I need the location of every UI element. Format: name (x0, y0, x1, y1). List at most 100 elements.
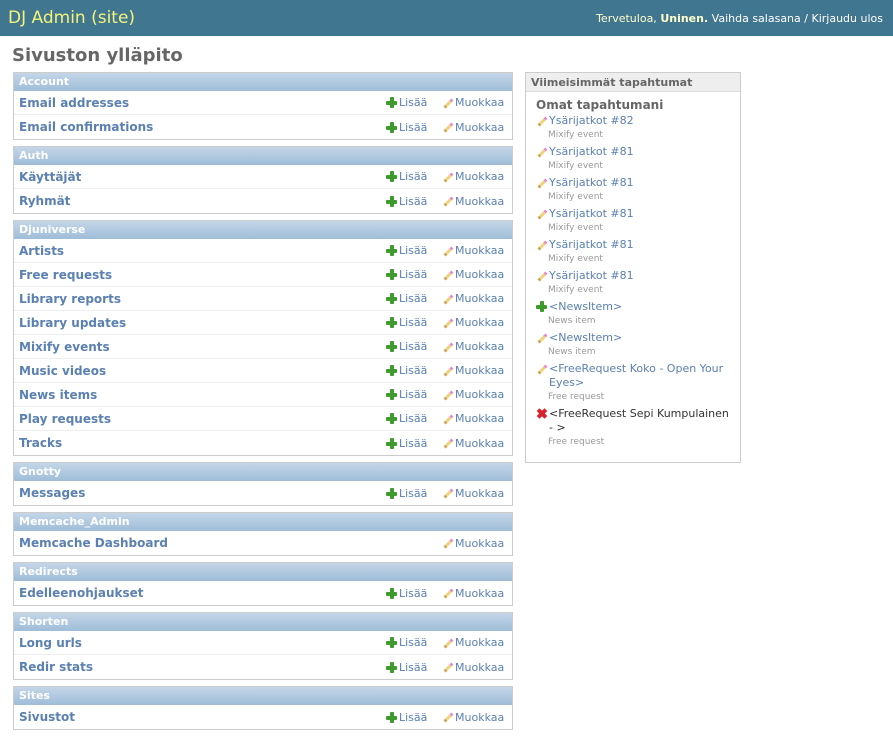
logout-link[interactable]: Kirjaudu ulos (812, 12, 884, 25)
add-link[interactable]: Lisää (386, 170, 442, 183)
change-link[interactable]: Muokkaa (442, 96, 512, 109)
separator: / (804, 11, 808, 25)
add-link[interactable]: Lisää (386, 121, 442, 134)
change-link[interactable]: Muokkaa (442, 268, 512, 281)
change-link[interactable]: Muokkaa (442, 292, 512, 305)
add-label: Lisää (399, 120, 428, 134)
add-link[interactable]: Lisää (386, 711, 442, 724)
welcome-text: Tervetuloa, (596, 11, 657, 25)
add-link[interactable]: Lisää (386, 487, 442, 500)
change-link[interactable]: Muokkaa (442, 121, 512, 134)
model-link[interactable]: Edelleenohjaukset (19, 586, 386, 600)
model-link[interactable]: Library reports (19, 292, 386, 306)
app-caption[interactable]: Gnotty (14, 463, 512, 481)
model-link[interactable]: Library updates (19, 316, 386, 330)
change-link[interactable]: Muokkaa (442, 340, 512, 353)
recent-action-title[interactable]: Ysärijatkot #81 (549, 145, 634, 159)
change-link[interactable]: Muokkaa (442, 487, 512, 500)
model-row: Library reports Lisää Muokkaa (14, 287, 512, 311)
add-link[interactable]: Lisää (386, 636, 442, 649)
model-link[interactable]: Music videos (19, 364, 386, 378)
add-link[interactable]: Lisää (386, 412, 442, 425)
add-slot: Lisää (386, 711, 442, 724)
add-slot: Lisää (386, 587, 442, 600)
plus-icon (386, 587, 397, 599)
recent-action-title[interactable]: <FreeRequest Koko - Open Your Eyes> (549, 362, 732, 390)
add-label: Lisää (399, 636, 428, 649)
change-link[interactable]: Muokkaa (442, 170, 512, 183)
app-caption[interactable]: Account (14, 73, 512, 91)
recent-action-title[interactable]: Ysärijatkot #81 (549, 207, 634, 221)
add-link[interactable]: Lisää (386, 388, 442, 401)
app-module-gnotty: Gnotty Messages Lisää Muokkaa (13, 462, 513, 506)
add-slot: Lisää (386, 244, 442, 257)
change-link[interactable]: Muokkaa (442, 244, 512, 257)
change-link[interactable]: Muokkaa (442, 711, 512, 724)
model-link[interactable]: Long urls (19, 636, 386, 650)
app-caption[interactable]: Sites (14, 687, 512, 705)
add-slot: Lisää (386, 170, 442, 183)
recent-action-title[interactable]: Ysärijatkot #82 (549, 114, 634, 128)
add-link[interactable]: Lisää (386, 661, 442, 674)
model-link[interactable]: Free requests (19, 268, 386, 282)
model-link[interactable]: Mixify events (19, 340, 386, 354)
add-link[interactable]: Lisää (386, 268, 442, 281)
add-link[interactable]: Lisää (386, 437, 442, 450)
app-module-djuniverse: Djuniverse Artists Lisää Muokkaa Free reques… (13, 220, 513, 456)
add-link[interactable]: Lisää (386, 340, 442, 353)
model-link[interactable]: Play requests (19, 412, 386, 426)
change-link[interactable]: Muokkaa (442, 537, 512, 550)
change-link[interactable]: Muokkaa (442, 388, 512, 401)
add-label: Lisää (399, 244, 428, 257)
recent-action-title[interactable]: <NewsItem> (549, 331, 622, 345)
add-link[interactable]: Lisää (386, 587, 442, 600)
recent-action-title[interactable]: Ysärijatkot #81 (549, 176, 634, 190)
add-label: Lisää (399, 96, 428, 109)
change-link[interactable]: Muokkaa (442, 195, 512, 208)
model-link[interactable]: Redir stats (19, 660, 386, 674)
model-link[interactable]: News items (19, 388, 386, 402)
change-link[interactable]: Muokkaa (442, 316, 512, 329)
app-caption[interactable]: Auth (14, 147, 512, 165)
recent-actions-caption: Viimeisimmät tapahtumat (526, 73, 740, 92)
app-caption[interactable]: Redirects (14, 563, 512, 581)
model-row: Free requests Lisää Muokkaa (14, 263, 512, 287)
recent-action-item: Ysärijatkot #81 Mixify event (536, 145, 732, 173)
model-link[interactable]: Tracks (19, 436, 386, 450)
model-link[interactable]: Email confirmations (19, 120, 386, 134)
app-caption[interactable]: Shorten (14, 613, 512, 631)
change-link[interactable]: Muokkaa (442, 437, 512, 450)
change-link[interactable]: Muokkaa (442, 636, 512, 649)
pencil-icon (442, 365, 454, 377)
add-label: Lisää (399, 436, 428, 450)
recent-action-title[interactable]: Ysärijatkot #81 (549, 269, 634, 283)
model-link[interactable]: Artists (19, 244, 386, 258)
recent-action-title[interactable]: <NewsItem> (549, 300, 622, 314)
recent-action-title[interactable]: Ysärijatkot #81 (549, 238, 634, 252)
change-label: Muokkaa (455, 636, 505, 649)
add-link[interactable]: Lisää (386, 316, 442, 329)
plus-icon (386, 317, 397, 328)
add-link[interactable]: Lisää (386, 364, 442, 377)
change-link[interactable]: Muokkaa (442, 364, 512, 377)
app-caption[interactable]: Djuniverse (14, 221, 512, 239)
pencil-icon (442, 293, 454, 305)
change-link[interactable]: Muokkaa (442, 661, 512, 674)
change-password-link[interactable]: Vaihda salasana (712, 12, 801, 25)
change-link[interactable]: Muokkaa (442, 587, 512, 600)
app-caption[interactable]: Memcache_Admin (14, 513, 512, 531)
model-link[interactable]: Ryhmät (19, 194, 386, 208)
model-link[interactable]: Sivustot (19, 710, 386, 724)
model-link[interactable]: Email addresses (19, 96, 386, 110)
model-link[interactable]: Messages (19, 486, 386, 500)
plus-icon (386, 341, 397, 352)
add-link[interactable]: Lisää (386, 292, 442, 305)
site-branding[interactable]: DJ Admin (site) (8, 8, 135, 28)
model-link[interactable]: Käyttäjät (19, 170, 386, 184)
pencil-icon (536, 146, 548, 158)
model-link[interactable]: Memcache Dashboard (19, 536, 386, 550)
add-link[interactable]: Lisää (386, 195, 442, 208)
add-link[interactable]: Lisää (386, 96, 442, 109)
add-link[interactable]: Lisää (386, 244, 442, 257)
change-link[interactable]: Muokkaa (442, 412, 512, 425)
